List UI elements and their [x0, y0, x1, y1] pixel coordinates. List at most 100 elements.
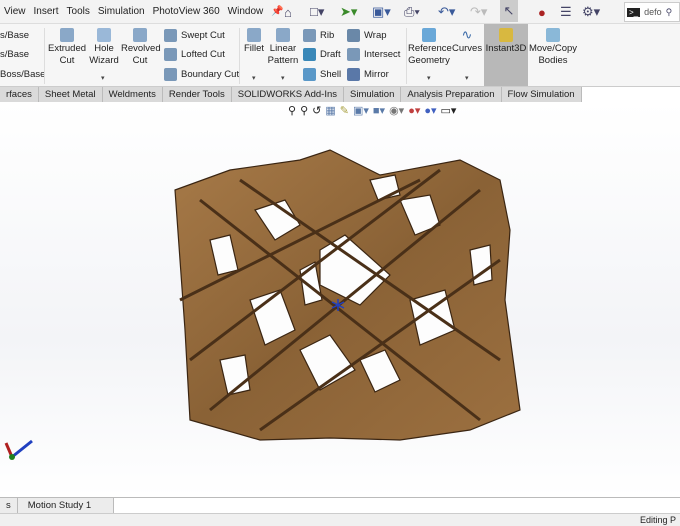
- intersect-icon: [347, 47, 360, 61]
- search-input[interactable]: >_ defo ⚲: [624, 2, 680, 22]
- extruded-cut-button[interactable]: Extruded Cut: [48, 26, 86, 67]
- fillet-icon: [247, 28, 261, 42]
- model-tabs: s Motion Study 1: [0, 497, 680, 513]
- curves-button[interactable]: ∿ Curves: [452, 26, 482, 55]
- print-icon[interactable]: ⎙▾: [404, 2, 420, 22]
- file-properties-icon[interactable]: ☰: [560, 2, 572, 22]
- menu-photoview[interactable]: PhotoView 360: [149, 6, 224, 17]
- reference-geometry-button[interactable]: Reference Geometry: [408, 26, 452, 67]
- view-settings-icon[interactable]: ▭▾: [441, 104, 457, 117]
- linear-pattern-icon: [276, 28, 290, 42]
- tab-sheet-metal[interactable]: Sheet Metal: [38, 87, 103, 102]
- command-icon: >_: [627, 7, 641, 17]
- zoom-to-area-icon[interactable]: ⚲: [300, 104, 308, 117]
- apply-scene-icon[interactable]: ●▾: [424, 104, 436, 117]
- zoom-to-fit-icon[interactable]: ⚲: [288, 104, 296, 117]
- graphics-area[interactable]: [0, 102, 680, 497]
- label: Rib: [320, 29, 335, 41]
- label: Boundary Cut: [181, 68, 240, 80]
- dynamic-annotation-icon[interactable]: ✎: [340, 104, 349, 117]
- command-manager-ribbon: s/Base s/Base Boss/Base Extruded Cut Hol…: [0, 24, 680, 87]
- tab-analysis-preparation[interactable]: Analysis Preparation: [401, 87, 502, 102]
- move-copy-icon: [546, 28, 560, 42]
- label: Revolved Cut: [121, 43, 161, 66]
- home-icon[interactable]: ⌂: [284, 2, 292, 22]
- instant3d-icon: [499, 28, 513, 42]
- save-icon[interactable]: ▣▾: [372, 2, 391, 22]
- search-value: defo: [644, 7, 662, 17]
- tab-weldments[interactable]: Weldments: [102, 87, 163, 102]
- tab-render-tools[interactable]: Render Tools: [162, 87, 232, 102]
- tab-simulation[interactable]: Simulation: [344, 87, 402, 102]
- reference-geometry-icon: [422, 28, 436, 42]
- tab-motion-study-1[interactable]: Motion Study 1: [17, 498, 114, 513]
- revolved-cut-button[interactable]: Revolved Cut: [121, 26, 161, 67]
- edit-appearance-icon[interactable]: ●▾: [408, 104, 420, 117]
- boss-base-partial-3[interactable]: Boss/Base: [0, 65, 45, 83]
- label: Linear Pattern: [267, 43, 299, 66]
- intersect-button[interactable]: Intersect: [347, 45, 400, 63]
- menu-tools[interactable]: Tools: [63, 6, 94, 17]
- menu-view[interactable]: View: [0, 6, 30, 17]
- boundary-cut-button[interactable]: Boundary Cut: [164, 65, 239, 83]
- search-icon[interactable]: ⚲: [666, 7, 673, 18]
- shell-icon: [303, 67, 316, 81]
- draft-icon: [303, 47, 316, 61]
- lofted-cut-button[interactable]: Lofted Cut: [164, 45, 225, 63]
- rib-button[interactable]: Rib: [303, 26, 334, 44]
- label: s/Base: [0, 48, 30, 60]
- triad-icon: [4, 439, 33, 460]
- tab-surfaces[interactable]: rfaces: [0, 87, 39, 102]
- move-copy-bodies-button[interactable]: Move/Copy Bodies: [528, 26, 578, 67]
- label: Reference Geometry: [408, 43, 452, 66]
- tab-model-partial[interactable]: s: [0, 498, 18, 513]
- label: Extruded Cut: [48, 43, 87, 66]
- label: Boss/Base: [0, 68, 46, 80]
- tab-solidworks-addins[interactable]: SOLIDWORKS Add-Ins: [231, 87, 344, 102]
- fillet-button[interactable]: Fillet: [242, 26, 266, 55]
- hide-show-items-icon[interactable]: ◉▾: [389, 104, 404, 117]
- swept-cut-button[interactable]: Swept Cut: [164, 26, 225, 44]
- draft-button[interactable]: Draft: [303, 45, 341, 63]
- wrap-button[interactable]: Wrap: [347, 26, 387, 44]
- extruded-cut-icon: [60, 28, 74, 42]
- redo-icon[interactable]: ↷▾: [470, 2, 487, 22]
- menu-window[interactable]: Window: [224, 6, 268, 17]
- shell-button[interactable]: Shell: [303, 65, 341, 83]
- tab-flow-simulation[interactable]: Flow Simulation: [501, 87, 582, 102]
- boss-base-partial-1[interactable]: s/Base: [0, 26, 29, 44]
- label: Move/Copy Bodies: [528, 43, 578, 66]
- section-view-icon[interactable]: ▦: [325, 104, 335, 117]
- display-style-icon[interactable]: ■▾: [373, 104, 385, 117]
- label: Lofted Cut: [181, 48, 225, 60]
- label: Intersect: [364, 48, 401, 60]
- label: Curves: [452, 43, 483, 54]
- mirror-icon: [347, 67, 360, 81]
- hole-wizard-button[interactable]: Hole Wizard: [88, 26, 120, 67]
- curves-icon: ∿: [461, 27, 473, 42]
- undo-icon[interactable]: ↶▾: [438, 2, 455, 22]
- label: Hole Wizard: [89, 43, 119, 66]
- revolved-cut-icon: [133, 28, 147, 42]
- heads-up-view-toolbar: ⚲ ⚲ ↺ ▦ ✎ ▣▾ ■▾ ◉▾ ●▾ ●▾ ▭▾: [288, 104, 456, 117]
- command-manager-tabs: rfaces Sheet Metal Weldments Render Tool…: [0, 87, 680, 102]
- select-icon[interactable]: ↖: [500, 0, 518, 22]
- options-gear-icon[interactable]: ⚙▾: [582, 2, 600, 22]
- lattice-model[interactable]: [0, 102, 680, 497]
- menu-simulation[interactable]: Simulation: [94, 6, 149, 17]
- swept-cut-icon: [164, 28, 177, 42]
- status-bar: Editing P: [0, 513, 680, 526]
- open-icon[interactable]: ➤▾: [340, 2, 357, 22]
- new-document-icon[interactable]: □▾: [310, 2, 324, 22]
- rebuild-icon[interactable]: ●: [538, 2, 546, 22]
- wrap-icon: [347, 28, 360, 42]
- instant3d-button[interactable]: Instant3D: [484, 24, 528, 86]
- rib-icon: [303, 28, 316, 42]
- previous-view-icon[interactable]: ↺: [312, 104, 321, 117]
- boss-base-partial-2[interactable]: s/Base: [0, 45, 29, 63]
- view-orientation-icon[interactable]: ▣▾: [353, 104, 369, 117]
- label: Mirror: [364, 68, 389, 80]
- menu-insert[interactable]: Insert: [30, 6, 63, 17]
- mirror-button[interactable]: Mirror: [347, 65, 389, 83]
- linear-pattern-button[interactable]: Linear Pattern: [266, 26, 300, 67]
